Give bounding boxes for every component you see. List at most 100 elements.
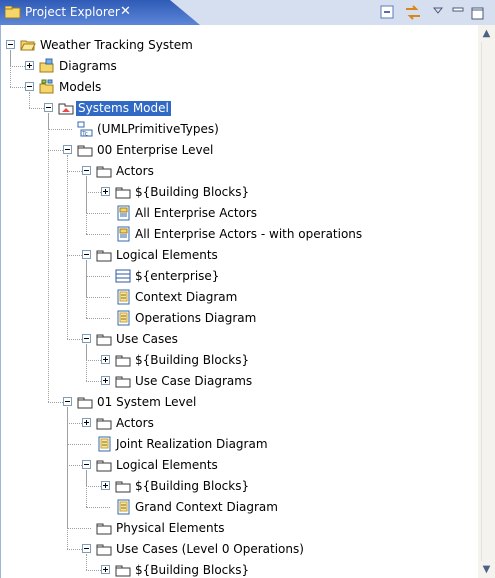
diagrams-folder-icon bbox=[39, 58, 54, 73]
view-title-bar: Project Explorer ✕ bbox=[0, 0, 495, 25]
link-with-editor-icon[interactable] bbox=[404, 5, 422, 20]
expand-icon[interactable] bbox=[82, 418, 91, 427]
diagram-icon bbox=[117, 205, 130, 221]
tree-item-label: ${Building Blocks} bbox=[135, 563, 250, 577]
package-icon bbox=[115, 376, 131, 388]
vertical-scrollbar[interactable]: ▲ ▼ bbox=[478, 25, 495, 578]
collapse-icon[interactable] bbox=[82, 166, 91, 175]
scroll-up-icon[interactable]: ▲ bbox=[478, 25, 495, 42]
scroll-track[interactable] bbox=[481, 42, 493, 561]
expand-icon[interactable] bbox=[101, 187, 110, 196]
tree-item-label: Logical Elements bbox=[116, 458, 218, 472]
package-icon bbox=[115, 187, 131, 199]
collapse-icon[interactable] bbox=[82, 250, 91, 259]
collapse-icon[interactable] bbox=[82, 544, 91, 553]
tree-item-label: Physical Elements bbox=[116, 521, 225, 535]
collapse-all-icon[interactable] bbox=[380, 5, 395, 20]
tree-item[interactable]: All Enterprise Actors bbox=[0, 203, 478, 224]
tree-item-label: ${enterprise} bbox=[135, 269, 220, 283]
tree-item-label: ${Building Blocks} bbox=[135, 479, 250, 493]
tree-item[interactable]: Actors bbox=[0, 413, 478, 434]
minimize-icon[interactable] bbox=[452, 5, 464, 20]
expand-icon[interactable] bbox=[25, 61, 34, 70]
svg-text:Tc: Tc bbox=[81, 131, 88, 138]
package-icon bbox=[96, 544, 112, 556]
tree-item[interactable]: ${enterprise} bbox=[0, 266, 478, 287]
view-title: Project Explorer bbox=[25, 5, 120, 19]
package-icon bbox=[96, 334, 112, 346]
collapse-icon[interactable] bbox=[82, 334, 91, 343]
project-explorer-tab[interactable]: Project Explorer ✕ bbox=[0, 0, 200, 25]
package-icon bbox=[96, 418, 112, 430]
tree-item[interactable]: Physical Elements bbox=[0, 518, 478, 539]
tree-item[interactable]: Systems Model bbox=[0, 98, 478, 119]
collapse-icon[interactable] bbox=[44, 103, 53, 112]
model-library-icon: Tc bbox=[77, 121, 93, 137]
tree-item[interactable]: Weather Tracking System bbox=[0, 35, 478, 56]
tree-item-label: (UMLPrimitiveTypes) bbox=[97, 122, 219, 136]
collapse-icon[interactable] bbox=[63, 397, 72, 406]
view-menu-icon[interactable] bbox=[432, 5, 444, 20]
package-icon bbox=[96, 166, 112, 178]
tree-item-label: Weather Tracking System bbox=[40, 38, 193, 52]
collapse-icon[interactable] bbox=[82, 460, 91, 469]
tree-item-label: Use Cases bbox=[116, 332, 178, 346]
tree-item[interactable]: ${Building Blocks} bbox=[0, 476, 478, 497]
tree-item[interactable]: Diagrams bbox=[0, 56, 478, 77]
tree-item[interactable]: Use Case Diagrams bbox=[0, 371, 478, 392]
package-icon bbox=[96, 523, 112, 535]
tree-item-label: ${Building Blocks} bbox=[135, 185, 250, 199]
collapse-icon[interactable] bbox=[6, 40, 15, 49]
tree-item[interactable]: All Enterprise Actors - with operations bbox=[0, 224, 478, 245]
tree-item[interactable]: Operations Diagram bbox=[0, 308, 478, 329]
tree-item-label: Actors bbox=[116, 416, 154, 430]
tree-item[interactable]: Context Diagram bbox=[0, 287, 478, 308]
tree-item[interactable]: Logical Elements bbox=[0, 455, 478, 476]
model-package-icon bbox=[58, 103, 74, 115]
tree-item-label: Grand Context Diagram bbox=[135, 500, 278, 514]
tree-item[interactable]: Models bbox=[0, 77, 478, 98]
maximize-icon[interactable] bbox=[471, 5, 485, 20]
project-tree[interactable]: Weather Tracking System Diagrams Models Sys… bbox=[0, 25, 478, 578]
folder-open-icon bbox=[20, 40, 36, 51]
tree-item-label: 01 System Level bbox=[97, 395, 197, 409]
collapse-icon[interactable] bbox=[25, 82, 34, 91]
expand-icon[interactable] bbox=[101, 565, 110, 574]
expand-icon[interactable] bbox=[101, 481, 110, 490]
close-icon[interactable]: ✕ bbox=[120, 4, 131, 19]
collapse-icon[interactable] bbox=[63, 145, 72, 154]
project-explorer-icon bbox=[5, 6, 21, 19]
tree-item[interactable]: Joint Realization Diagram bbox=[0, 434, 478, 455]
scroll-down-icon[interactable]: ▼ bbox=[478, 561, 495, 578]
tree-item[interactable]: ${Building Blocks} bbox=[0, 350, 478, 371]
tree-item[interactable]: 01 System Level bbox=[0, 392, 478, 413]
package-icon bbox=[96, 250, 112, 262]
tree-item-label: Actors bbox=[116, 164, 154, 178]
tree-item-label: All Enterprise Actors bbox=[135, 206, 258, 220]
tree-item[interactable]: ${Building Blocks} bbox=[0, 560, 478, 578]
expand-icon[interactable] bbox=[101, 355, 110, 364]
diagram-icon bbox=[117, 226, 130, 242]
document-icon bbox=[117, 499, 130, 515]
document-icon bbox=[117, 310, 130, 326]
tree-item[interactable]: Actors bbox=[0, 161, 478, 182]
tree-item-label: Systems Model bbox=[76, 101, 171, 116]
tree-item-label: Context Diagram bbox=[135, 290, 238, 304]
document-icon bbox=[98, 436, 111, 452]
tree-item[interactable]: Logical Elements bbox=[0, 245, 478, 266]
tree-item[interactable]: Tc (UMLPrimitiveTypes) bbox=[0, 119, 478, 140]
document-icon bbox=[117, 289, 130, 305]
package-icon bbox=[115, 565, 131, 577]
class-icon bbox=[115, 269, 131, 283]
package-icon bbox=[115, 481, 131, 493]
tree-item[interactable]: Use Cases bbox=[0, 329, 478, 350]
tree-item[interactable]: ${Building Blocks} bbox=[0, 182, 478, 203]
tree-item-label: Joint Realization Diagram bbox=[116, 437, 268, 451]
tree-item-label: All Enterprise Actors - with operations bbox=[135, 227, 363, 241]
tree-item[interactable]: Grand Context Diagram bbox=[0, 497, 478, 518]
tree-item[interactable]: 00 Enterprise Level bbox=[0, 140, 478, 161]
tree-item-label: Use Case Diagrams bbox=[135, 374, 253, 388]
tree-item[interactable]: Use Cases (Level 0 Operations) bbox=[0, 539, 478, 560]
expand-icon[interactable] bbox=[101, 376, 110, 385]
package-icon bbox=[96, 460, 112, 472]
